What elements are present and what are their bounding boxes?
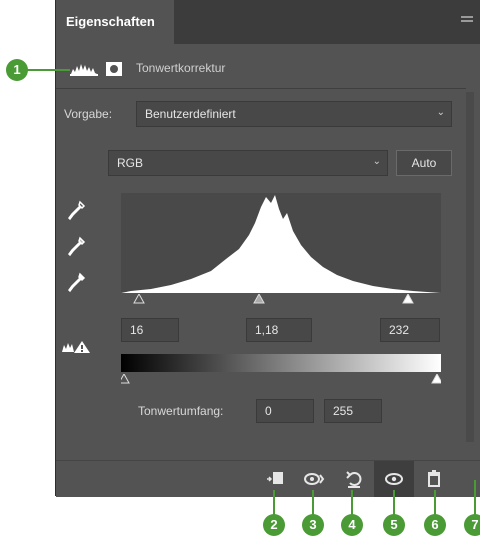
adjustment-header: Tonwertkorrektur [56,54,466,84]
chevron-down-icon: ⌄ [372,156,381,167]
panel-menu-icon[interactable] [461,16,473,26]
input-black-field[interactable]: 16 [121,318,179,342]
output-white-slider[interactable] [431,374,441,384]
callout-2-leader [273,490,275,516]
callout-4: 4 [341,514,363,536]
tab-eigenschaften[interactable]: Eigenschaften [56,0,174,44]
preset-value: Benutzerdefiniert [145,107,236,121]
output-levels-label: Tonwertumfang: [138,404,224,418]
callout-6: 6 [424,514,446,536]
output-high-field[interactable]: 255 [324,399,382,423]
callout-1: 1 [6,59,28,81]
callout-3-leader [312,490,314,516]
callout-2: 2 [263,514,285,536]
callout-6-leader [434,490,436,516]
view-previous-state-button[interactable] [294,461,334,497]
output-low-field[interactable]: 0 [256,399,314,423]
callout-4-leader [351,490,353,516]
black-point-eyedropper-icon[interactable] [68,200,86,222]
output-gradient [121,354,441,372]
white-point-eyedropper-icon[interactable] [68,272,86,294]
callout-5-leader [393,490,395,516]
preset-label: Vorgabe: [64,107,113,121]
divider [56,88,466,89]
input-gamma-field[interactable]: 1,18 [246,318,312,342]
chevron-down-icon: ⌄ [436,107,445,118]
channel-value: RGB [117,156,144,170]
clipping-warning-icon[interactable] [62,340,92,354]
view-previous-state-icon [304,473,325,485]
levels-histogram [121,193,441,293]
gamma-slider[interactable] [253,294,265,304]
auto-button[interactable]: Auto [396,150,452,176]
preset-dropdown[interactable]: Benutzerdefiniert ⌄ [136,101,452,127]
channel-dropdown[interactable]: RGB ⌄ [108,150,388,176]
input-white-field[interactable]: 232 [380,318,440,342]
levels-histogram-icon[interactable] [70,62,98,76]
black-point-slider[interactable] [133,294,145,304]
callout-1-leader [26,69,70,71]
gray-point-eyedropper-icon[interactable] [68,236,86,258]
white-point-slider[interactable] [402,294,414,304]
adjustment-title: Tonwertkorrektur [136,61,226,75]
callout-7: 7 [464,514,480,536]
callout-3: 3 [302,514,324,536]
reset-button[interactable] [334,461,374,497]
mask-icon[interactable] [106,62,122,76]
properties-panel: Eigenschaften Tonwertkorrektur Vorgabe: … [55,0,480,497]
callout-5: 5 [383,514,405,536]
output-level-sliders[interactable] [121,374,441,386]
input-level-sliders[interactable] [121,294,441,306]
panel-tab-bar: Eigenschaften [56,0,480,44]
output-black-slider[interactable] [121,374,130,384]
scrollbar[interactable] [466,92,474,442]
reset-icon [346,471,362,488]
bottom-toolbar [56,460,480,497]
callout-7-leader [474,480,476,516]
